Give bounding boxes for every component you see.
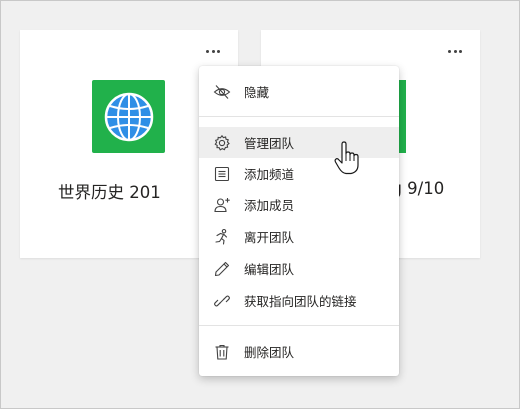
- more-options-button[interactable]: [448, 46, 462, 56]
- dot: [206, 49, 209, 53]
- running-person-icon: [213, 228, 231, 246]
- team-avatar: [92, 80, 165, 153]
- dot: [459, 49, 462, 53]
- trash-icon: [213, 343, 231, 361]
- menu-item-edit-team[interactable]: 编辑团队: [199, 253, 399, 284]
- menu-item-add-member[interactable]: 添加成员: [199, 189, 399, 220]
- channel-list-icon: [213, 165, 231, 183]
- globe-icon: [104, 92, 153, 141]
- menu-item-label: 隐藏: [244, 85, 270, 100]
- pencil-icon: [213, 260, 231, 278]
- team-name: 世界历史 201: [58, 183, 161, 202]
- hand-cursor-icon: [334, 141, 359, 175]
- menu-item-label: 添加频道: [244, 167, 295, 182]
- menu-item-label: 管理团队: [244, 136, 295, 151]
- menu-item-get-link[interactable]: 获取指向团队的链接: [199, 285, 399, 316]
- menu-item-label: 编辑团队: [244, 262, 295, 277]
- menu-divider: [199, 116, 399, 117]
- menu-item-label: 添加成员: [244, 198, 295, 213]
- add-person-icon: [213, 196, 231, 214]
- menu-item-manage-team[interactable]: 管理团队: [199, 127, 399, 158]
- dot: [211, 49, 215, 53]
- menu-item-add-channel[interactable]: 添加频道: [199, 158, 399, 189]
- more-options-button[interactable]: [206, 46, 220, 56]
- menu-item-delete-team[interactable]: 删除团队: [199, 336, 399, 367]
- menu-item-hide[interactable]: 隐藏: [199, 76, 399, 107]
- gear-icon: [213, 134, 231, 152]
- menu-item-leave-team[interactable]: 离开团队: [199, 221, 399, 252]
- dot: [453, 49, 457, 53]
- dot: [448, 49, 451, 53]
- menu-item-label: 离开团队: [244, 230, 295, 245]
- menu-divider: [199, 325, 399, 326]
- menu-item-label: 删除团队: [244, 345, 295, 360]
- team-context-menu: 隐藏 管理团队 添加频道 添加成员 离开团队 编辑团队 获取指向团队的链接 删除…: [199, 66, 399, 376]
- link-icon: [213, 292, 231, 310]
- hidden-eye-icon: [213, 83, 231, 101]
- menu-item-label: 获取指向团队的链接: [244, 294, 357, 309]
- dot: [217, 49, 220, 53]
